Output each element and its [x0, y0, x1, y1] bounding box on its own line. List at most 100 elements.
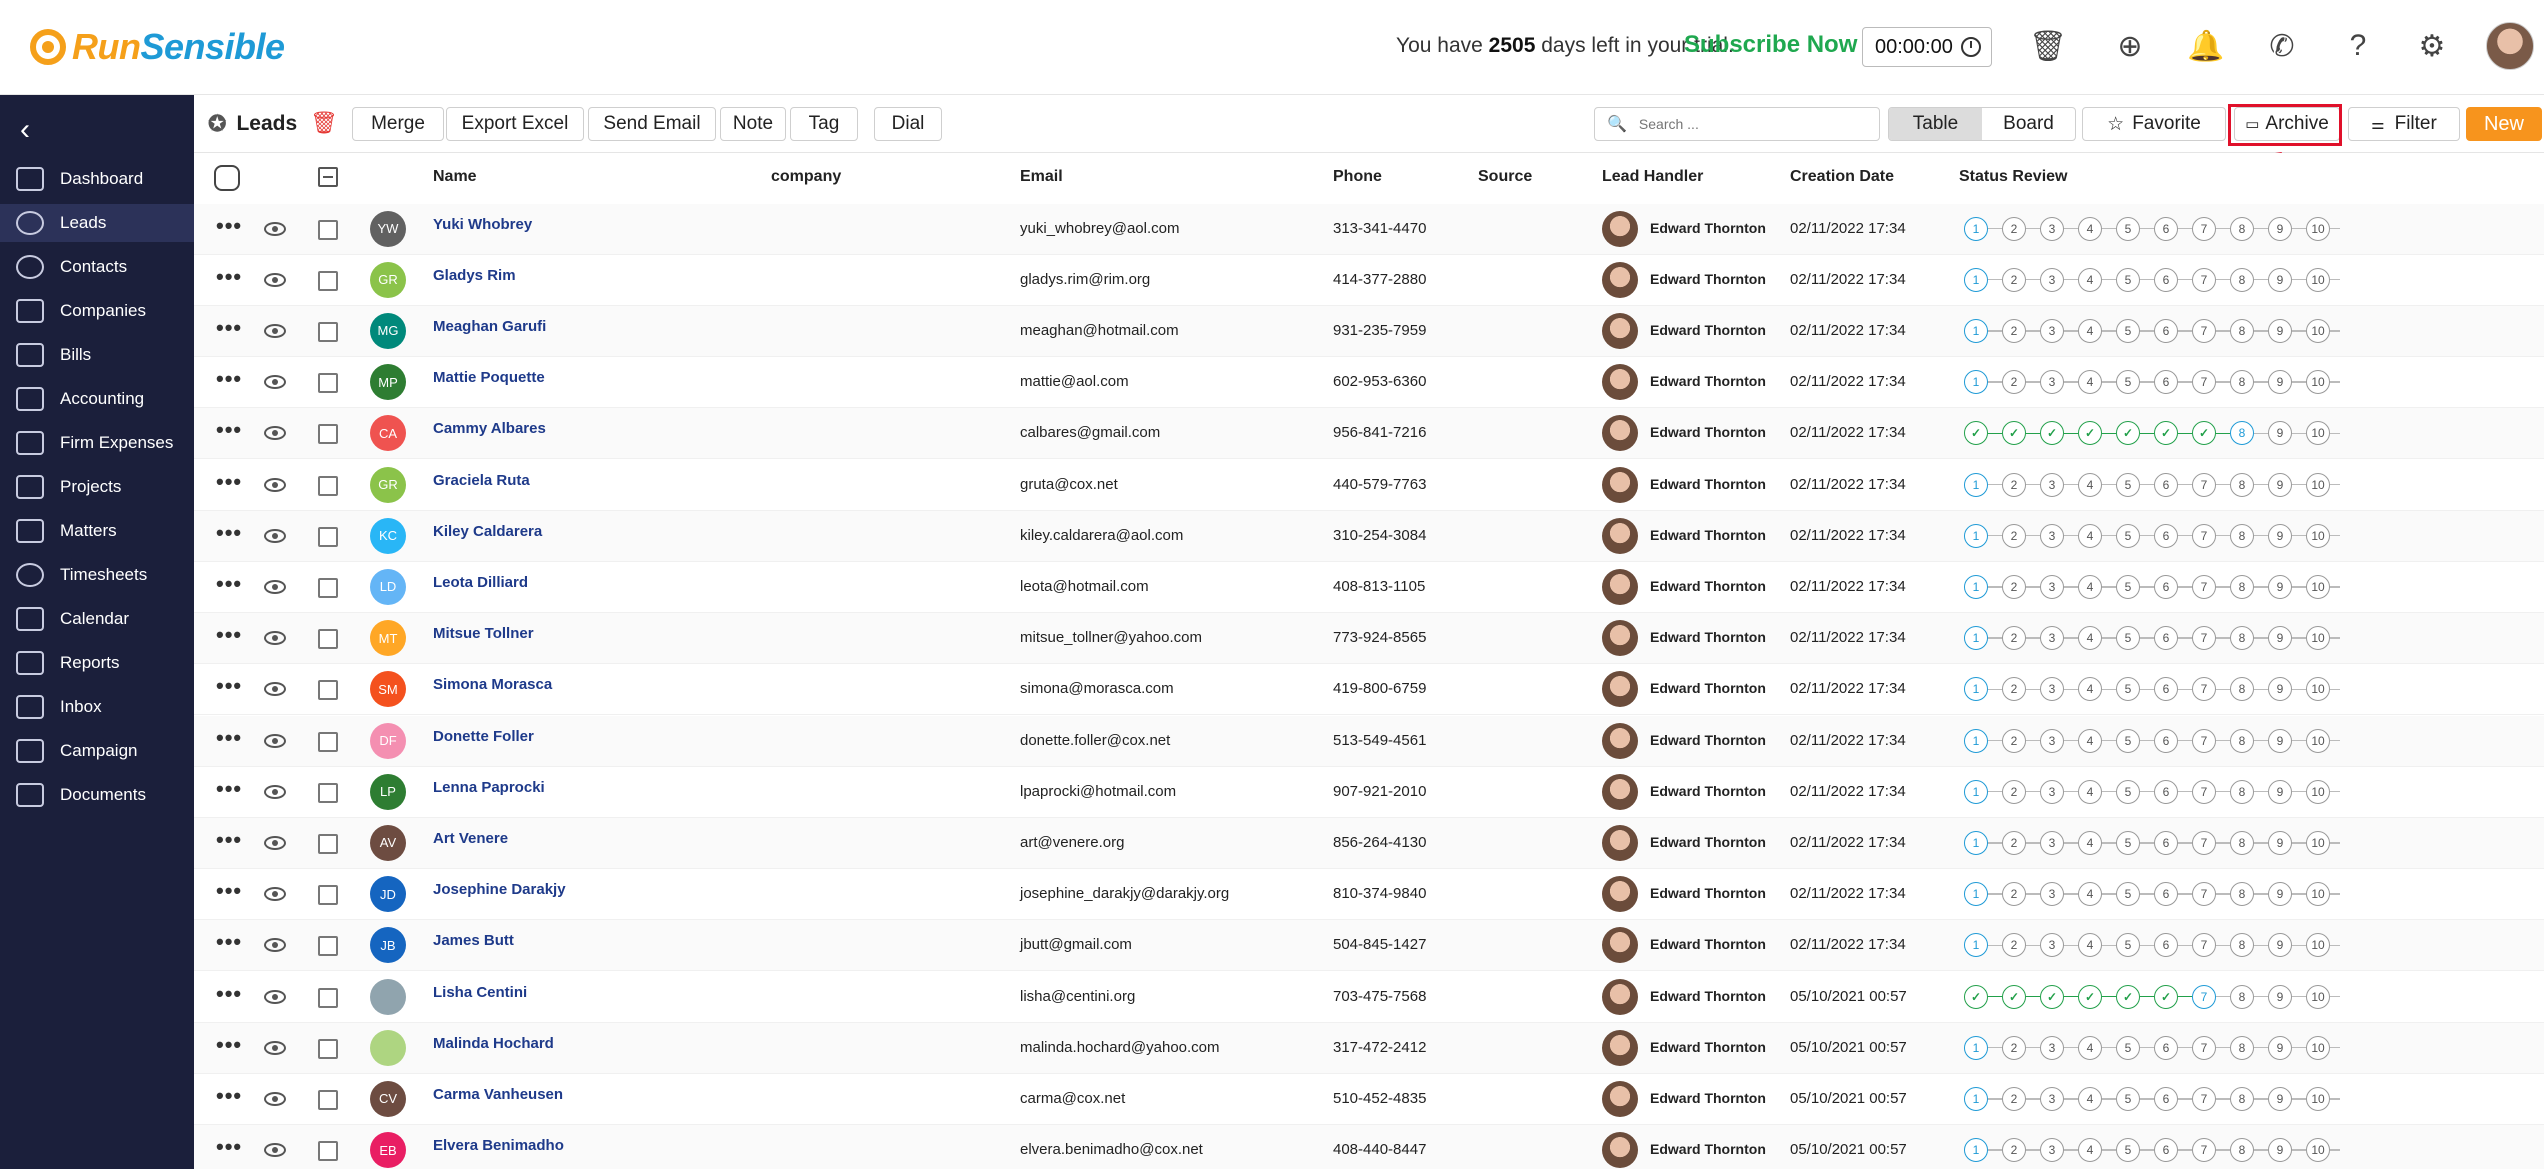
- eye-icon[interactable]: [264, 477, 286, 492]
- sidebar-item-timesheets[interactable]: Timesheets: [0, 556, 194, 594]
- status-step[interactable]: 7: [2192, 370, 2216, 395]
- status-step[interactable]: 1: [1964, 779, 1988, 804]
- status-step[interactable]: 4: [2078, 882, 2102, 907]
- status-step[interactable]: 3: [2040, 370, 2064, 395]
- status-step[interactable]: 3: [2040, 830, 2064, 855]
- sidebar-item-contacts[interactable]: Contacts: [0, 248, 194, 286]
- collapse-sidebar-icon[interactable]: ‹: [20, 115, 30, 145]
- eye-icon[interactable]: [264, 989, 286, 1004]
- status-step[interactable]: 4: [2078, 677, 2102, 702]
- status-step[interactable]: 10: [2306, 677, 2330, 702]
- status-step[interactable]: 3: [2040, 779, 2064, 804]
- status-step[interactable]: 2: [2002, 933, 2026, 958]
- row-checkbox[interactable]: [318, 424, 338, 445]
- status-step[interactable]: 9: [2268, 1138, 2292, 1163]
- status-step[interactable]: 10: [2306, 318, 2330, 343]
- status-step[interactable]: 10: [2306, 984, 2330, 1009]
- row-checkbox[interactable]: [318, 475, 338, 496]
- status-step[interactable]: 1: [1964, 1138, 1988, 1163]
- status-step[interactable]: 10: [2306, 216, 2330, 241]
- status-step[interactable]: 5: [2116, 1035, 2140, 1060]
- status-step[interactable]: 2: [2002, 523, 2026, 548]
- status-step[interactable]: 4: [2078, 472, 2102, 497]
- more-actions-icon[interactable]: •••: [216, 880, 242, 902]
- sidebar-item-inbox[interactable]: Inbox: [0, 688, 194, 726]
- status-step[interactable]: 8: [2230, 830, 2254, 855]
- eye-icon[interactable]: [264, 631, 286, 646]
- status-step[interactable]: ✓: [2040, 421, 2064, 446]
- status-step[interactable]: 9: [2268, 830, 2292, 855]
- status-step[interactable]: 1: [1964, 728, 1988, 753]
- status-step[interactable]: 3: [2040, 267, 2064, 292]
- status-step[interactable]: 2: [2002, 728, 2026, 753]
- status-step[interactable]: 2: [2002, 779, 2026, 804]
- note-button[interactable]: Note: [720, 107, 786, 141]
- table-row[interactable]: ••• DF Donette Foller donette.foller@cox.ne…: [194, 715, 2544, 767]
- status-step[interactable]: 5: [2116, 318, 2140, 343]
- status-step[interactable]: 6: [2154, 1138, 2178, 1163]
- trash-icon[interactable]: 🗑: [2029, 28, 2067, 64]
- status-step[interactable]: 4: [2078, 523, 2102, 548]
- status-step[interactable]: 4: [2078, 1035, 2102, 1060]
- row-checkbox[interactable]: [318, 1089, 338, 1110]
- phone-icon[interactable]: ✆: [2264, 28, 2300, 64]
- status-step[interactable]: 8: [2230, 933, 2254, 958]
- sidebar-item-leads[interactable]: Leads: [0, 204, 194, 242]
- lead-name-link[interactable]: Cammy Albares: [433, 420, 546, 437]
- status-step[interactable]: 8: [2230, 574, 2254, 599]
- status-step[interactable]: 9: [2268, 984, 2292, 1009]
- lead-name-link[interactable]: Gladys Rim: [433, 267, 516, 284]
- table-row[interactable]: ••• JD Josephine Darakjy josephine_darakjy@…: [194, 869, 2544, 921]
- status-step[interactable]: 10: [2306, 574, 2330, 599]
- add-time-icon[interactable]: ⊕: [2112, 28, 2148, 64]
- more-actions-icon[interactable]: •••: [216, 214, 242, 236]
- table-row[interactable]: ••• EB Elvera Benimadho elvera.benimadho@co…: [194, 1125, 2544, 1169]
- status-step[interactable]: 6: [2154, 728, 2178, 753]
- status-step[interactable]: 1: [1964, 370, 1988, 395]
- table-row[interactable]: ••• JB James Butt jbutt@gmail.com 504-845-14…: [194, 920, 2544, 972]
- status-step[interactable]: 7: [2192, 830, 2216, 855]
- status-step[interactable]: 7: [2192, 933, 2216, 958]
- status-step[interactable]: 4: [2078, 318, 2102, 343]
- status-step[interactable]: 7: [2192, 728, 2216, 753]
- status-step[interactable]: 10: [2306, 882, 2330, 907]
- status-step[interactable]: 2: [2002, 216, 2026, 241]
- status-step[interactable]: 9: [2268, 933, 2292, 958]
- status-step[interactable]: 10: [2306, 1035, 2330, 1060]
- status-step[interactable]: 3: [2040, 1035, 2064, 1060]
- table-row[interactable]: ••• CV Carma Vanheusen carma@cox.net 510-452…: [194, 1074, 2544, 1126]
- status-step[interactable]: 6: [2154, 677, 2178, 702]
- status-step[interactable]: 10: [2306, 728, 2330, 753]
- eye-icon[interactable]: [264, 682, 286, 697]
- send-email-button[interactable]: Send Email: [588, 107, 716, 141]
- status-step[interactable]: 8: [2230, 1086, 2254, 1111]
- lead-name-link[interactable]: Mattie Poquette: [433, 369, 545, 386]
- more-actions-icon[interactable]: •••: [216, 828, 242, 850]
- status-step[interactable]: 1: [1964, 626, 1988, 651]
- table-row[interactable]: ••• MT Mitsue Tollner mitsue_tollner@yahoo.…: [194, 613, 2544, 665]
- status-step[interactable]: 5: [2116, 779, 2140, 804]
- status-step[interactable]: 3: [2040, 882, 2064, 907]
- status-step[interactable]: 7: [2192, 1086, 2216, 1111]
- dial-button[interactable]: Dial: [874, 107, 942, 141]
- status-step[interactable]: 2: [2002, 318, 2026, 343]
- status-step[interactable]: 3: [2040, 626, 2064, 651]
- status-step[interactable]: 2: [2002, 574, 2026, 599]
- status-step[interactable]: 1: [1964, 574, 1988, 599]
- status-step[interactable]: 5: [2116, 626, 2140, 651]
- column-header-status-review[interactable]: Status Review: [1959, 168, 2067, 186]
- status-step[interactable]: 10: [2306, 523, 2330, 548]
- lead-name-link[interactable]: Mitsue Tollner: [433, 625, 534, 642]
- table-row[interactable]: ••• MP Mattie Poquette mattie@aol.com 602-95…: [194, 357, 2544, 409]
- sidebar-item-bills[interactable]: Bills: [0, 336, 194, 374]
- table-row[interactable]: ••• KC Kiley Caldarera kiley.caldarera@aol.…: [194, 510, 2544, 562]
- sidebar-item-reports[interactable]: Reports: [0, 644, 194, 682]
- table-row[interactable]: ••• LD Leota Dilliard leota@hotmail.com 408-…: [194, 562, 2544, 614]
- sidebar-item-calendar[interactable]: Calendar: [0, 600, 194, 638]
- more-actions-icon[interactable]: •••: [216, 265, 242, 287]
- sidebar-item-documents[interactable]: Documents: [0, 776, 194, 814]
- status-step[interactable]: 1: [1964, 472, 1988, 497]
- status-step[interactable]: 8: [2230, 728, 2254, 753]
- column-header-company[interactable]: company: [771, 168, 841, 186]
- status-step[interactable]: 9: [2268, 882, 2292, 907]
